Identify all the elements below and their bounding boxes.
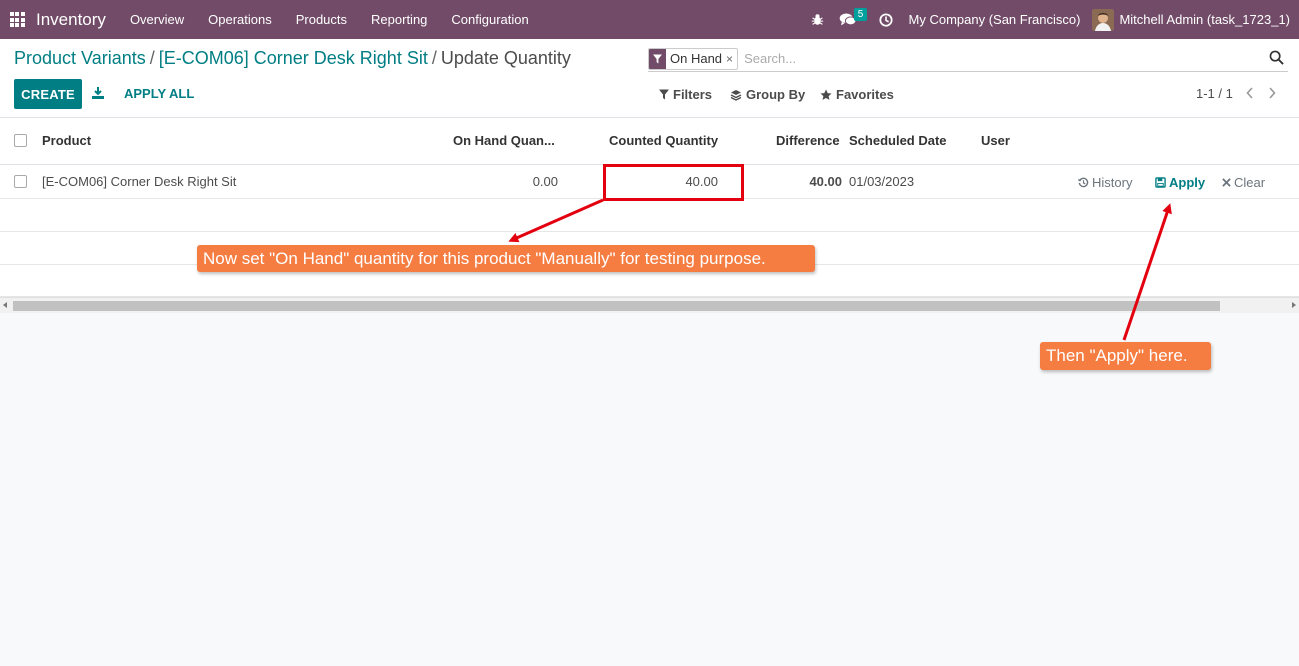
debug-bug-icon[interactable] bbox=[801, 0, 835, 39]
counted-quantity-highlight bbox=[603, 164, 744, 201]
pager-value[interactable]: 1-1 / 1 bbox=[1196, 86, 1233, 101]
empty-row bbox=[0, 199, 1299, 232]
search-input[interactable] bbox=[744, 51, 1245, 66]
layers-icon bbox=[730, 89, 742, 101]
history-button[interactable]: History bbox=[1078, 175, 1132, 190]
search-facet: On Hand × bbox=[648, 47, 739, 70]
column-counted[interactable]: Counted Quantity bbox=[609, 133, 718, 148]
user-avatar[interactable] bbox=[1092, 8, 1115, 31]
breadcrumb-separator: / bbox=[149, 48, 155, 68]
close-icon bbox=[1222, 178, 1231, 187]
search-icon[interactable] bbox=[1269, 50, 1284, 65]
menu-operations[interactable]: Operations bbox=[208, 12, 272, 27]
scroll-left-icon[interactable] bbox=[3, 302, 7, 308]
group-by-label: Group By bbox=[746, 87, 806, 102]
save-icon bbox=[1155, 177, 1166, 188]
menu-products[interactable]: Products bbox=[296, 12, 347, 27]
apply-button[interactable]: Apply bbox=[1155, 175, 1205, 190]
favorites-button[interactable]: Favorites bbox=[820, 87, 894, 102]
facet-label: On Hand bbox=[670, 51, 723, 66]
filters-button[interactable]: Filters bbox=[659, 87, 712, 102]
row-checkbox[interactable] bbox=[14, 175, 27, 188]
breadcrumb-current: Update Quantity bbox=[440, 48, 571, 68]
scroll-thumb[interactable] bbox=[13, 301, 1220, 311]
control-panel: Product Variants / [E-COM06] Corner Desk R… bbox=[0, 39, 1299, 118]
messages-badge: 5 bbox=[853, 8, 868, 21]
favorites-label: Favorites bbox=[836, 87, 894, 102]
star-icon bbox=[820, 89, 832, 100]
filter-facet-icon bbox=[649, 48, 666, 69]
column-product[interactable]: Product bbox=[42, 133, 91, 148]
breadcrumb: Product Variants / [E-COM06] Corner Desk R… bbox=[14, 48, 571, 69]
app-name[interactable]: Inventory bbox=[36, 10, 106, 30]
product-cell[interactable]: [E-COM06] Corner Desk Right Sit bbox=[42, 174, 236, 189]
on-hand-cell[interactable]: 0.00 bbox=[480, 174, 558, 189]
pager-next-icon[interactable] bbox=[1268, 87, 1278, 101]
horizontal-scrollbar[interactable] bbox=[0, 297, 1299, 313]
clear-button[interactable]: Clear bbox=[1222, 175, 1265, 190]
apply-label: Apply bbox=[1169, 175, 1206, 190]
filter-icon bbox=[659, 89, 669, 100]
search-bar: On Hand × bbox=[648, 46, 1288, 72]
column-difference[interactable]: Difference bbox=[776, 133, 840, 148]
callout-apply: Then "Apply" here. bbox=[1040, 342, 1211, 370]
scroll-right-icon[interactable] bbox=[1292, 302, 1296, 308]
create-button[interactable]: CREATE bbox=[14, 79, 82, 109]
scheduled-date-cell[interactable]: 01/03/2023 bbox=[849, 174, 914, 189]
column-on-hand[interactable]: On Hand Quan... bbox=[453, 133, 555, 148]
breadcrumb-product[interactable]: [E-COM06] Corner Desk Right Sit bbox=[159, 48, 428, 68]
callout-set-on-hand: Now set "On Hand" quantity for this prod… bbox=[197, 245, 815, 272]
facet-remove-icon[interactable]: × bbox=[726, 52, 737, 66]
menu-overview[interactable]: Overview bbox=[130, 12, 184, 27]
download-icon[interactable] bbox=[91, 86, 105, 100]
user-menu[interactable]: Mitchell Admin (task_1723_1) bbox=[1119, 12, 1290, 27]
select-all-checkbox[interactable] bbox=[14, 134, 27, 147]
filters-label: Filters bbox=[673, 87, 713, 102]
breadcrumb-separator: / bbox=[431, 48, 437, 68]
menu-configuration[interactable]: Configuration bbox=[451, 12, 528, 27]
clear-label: Clear bbox=[1234, 175, 1266, 190]
pager-previous-icon[interactable] bbox=[1246, 87, 1256, 101]
list-header: Product On Hand Quan... Counted Quantity… bbox=[0, 118, 1299, 165]
history-label: History bbox=[1092, 175, 1133, 190]
company-switcher[interactable]: My Company (San Francisco) bbox=[909, 12, 1081, 27]
menu-reporting[interactable]: Reporting bbox=[371, 12, 427, 27]
breadcrumb-product-variants[interactable]: Product Variants bbox=[14, 48, 146, 68]
group-by-button[interactable]: Group By bbox=[730, 87, 805, 102]
top-navbar: Inventory Overview Operations Products R… bbox=[0, 0, 1299, 39]
column-scheduled-date[interactable]: Scheduled Date bbox=[849, 133, 947, 148]
messages-icon[interactable]: 5 bbox=[835, 0, 875, 39]
column-user[interactable]: User bbox=[981, 133, 1010, 148]
difference-cell: 40.00 bbox=[809, 174, 842, 189]
history-icon bbox=[1078, 177, 1089, 188]
activity-clock-icon[interactable] bbox=[875, 0, 897, 39]
apply-all-button[interactable]: APPLY ALL bbox=[124, 86, 194, 101]
apps-menu-icon[interactable] bbox=[0, 0, 34, 39]
